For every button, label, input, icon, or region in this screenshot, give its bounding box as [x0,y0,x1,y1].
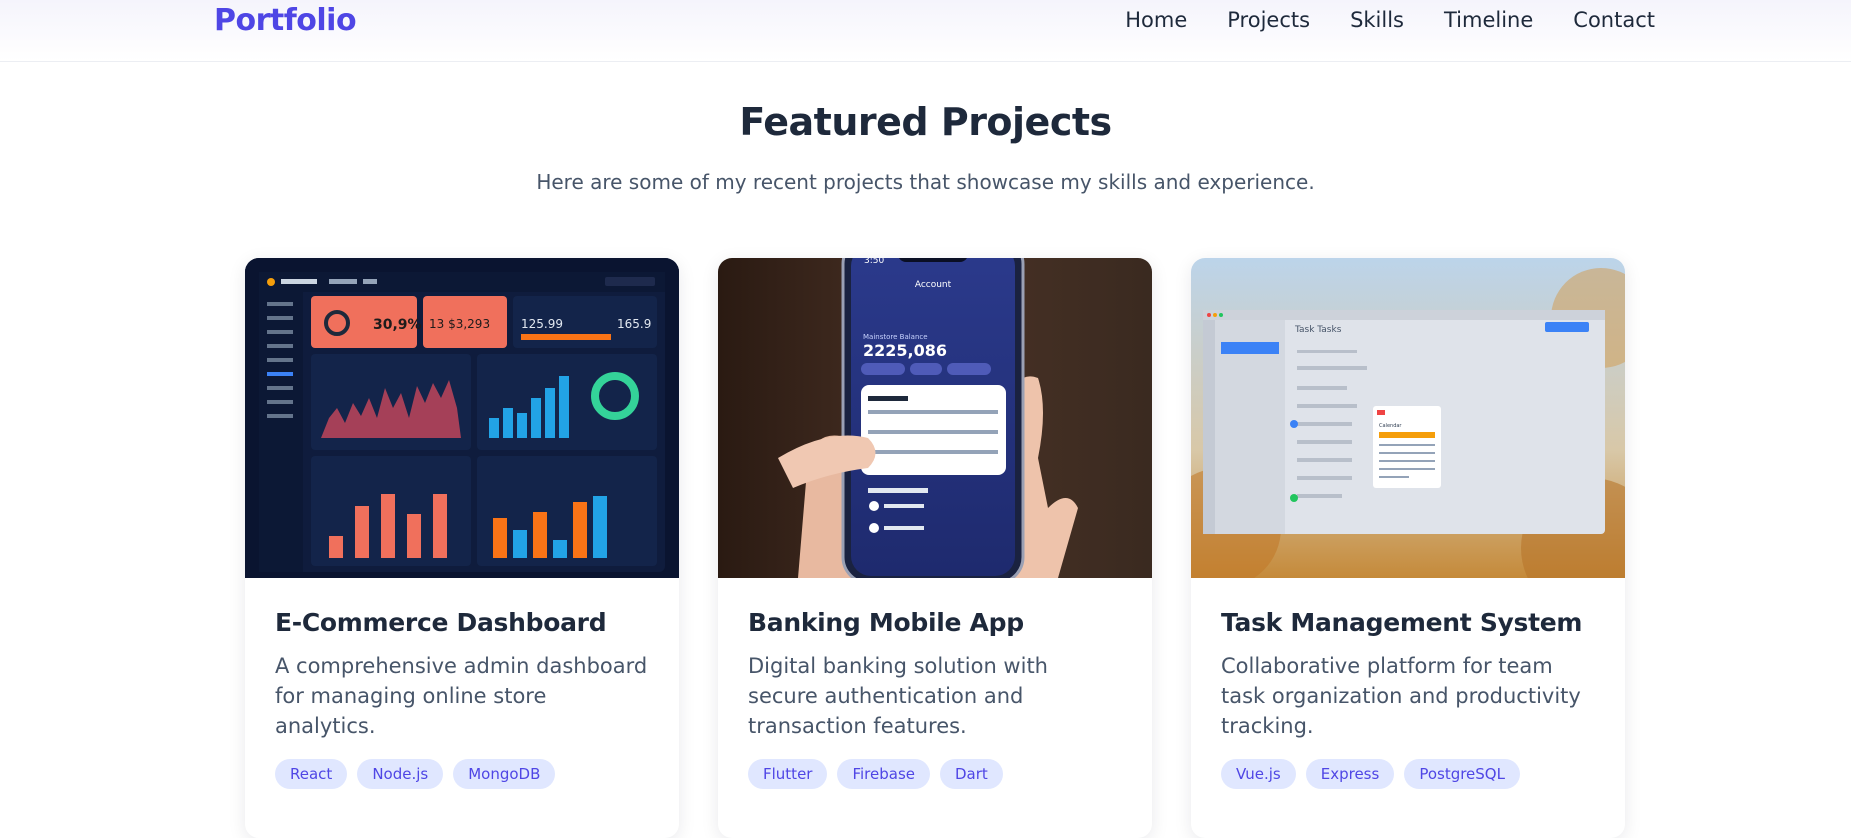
tech-tag: Express [1305,759,1395,789]
project-description: A comprehensive admin dashboard for mana… [275,654,648,738]
nav-link-timeline[interactable]: Timeline [1444,8,1533,32]
section-title: Featured Projects [739,100,1112,144]
tech-tags: Vue.js Express PostgreSQL [1221,759,1595,789]
nav-link-home[interactable]: Home [1125,8,1187,32]
phone-app-photo-icon: 3:50 Account Mainstore Balance 2225,086 [718,258,1152,578]
card-body: Banking Mobile App Digital banking solut… [718,578,1152,789]
calendar-label: Calendar [1379,423,1402,429]
project-description: Collaborative platform for team task org… [1221,654,1581,738]
card-body: E-Commerce Dashboard A comprehensive adm… [245,578,679,789]
phone-balance-label: Mainstore Balance [863,333,928,341]
nav-link-contact[interactable]: Contact [1573,8,1655,32]
phone-screen-header: Account [915,280,952,290]
card-body: Task Management System Collaborative pla… [1191,578,1625,789]
project-description: Digital banking solution with secure aut… [748,654,1048,738]
svg-text:165.9: 165.9 [617,317,651,331]
project-card-task-management[interactable]: Task Tasks Calendar Task Management Syst… [1191,258,1625,838]
project-title: E-Commerce Dashboard [275,608,607,637]
site-logo[interactable]: Portfolio [214,3,357,38]
nav-link-projects[interactable]: Projects [1227,8,1310,32]
tech-tag: Flutter [748,759,828,789]
svg-text:13 $3,293: 13 $3,293 [429,317,490,331]
tech-tags: React Node.js MongoDB [275,759,649,789]
tech-tag: Dart [940,759,1003,789]
nav-link-skills[interactable]: Skills [1350,8,1404,32]
phone-balance: 2225,086 [863,341,947,360]
phone-time: 3:50 [864,258,884,266]
tech-tags: Flutter Firebase Dart [748,759,1122,789]
dashboard-screenshot-icon: 30,9% 13 $3,293 125.99 165.9 [245,258,679,578]
site-header: Portfolio Home Projects Skills Timeline … [0,0,1851,62]
task-app-screenshot-icon: Task Tasks Calendar [1191,258,1625,578]
project-card-ecommerce[interactable]: 30,9% 13 $3,293 125.99 165.9 E-Commerce … [245,258,679,838]
tech-tag: PostgreSQL [1404,759,1520,789]
project-title: Task Management System [1221,608,1583,637]
app-heading: Task Tasks [1294,325,1342,335]
tech-tag: Firebase [837,759,930,789]
tech-tag: Vue.js [1221,759,1296,789]
tech-tag: MongoDB [453,759,556,789]
svg-text:30,9%: 30,9% [373,317,422,333]
tech-tag: React [275,759,348,789]
project-title: Banking Mobile App [748,608,1024,637]
project-card-banking[interactable]: 3:50 Account Mainstore Balance 2225,086 … [718,258,1152,838]
svg-text:125.99: 125.99 [521,317,563,331]
tech-tag: Node.js [357,759,444,789]
section-subtitle: Here are some of my recent projects that… [536,170,1315,194]
main-nav: Home Projects Skills Timeline Contact [1125,8,1655,32]
